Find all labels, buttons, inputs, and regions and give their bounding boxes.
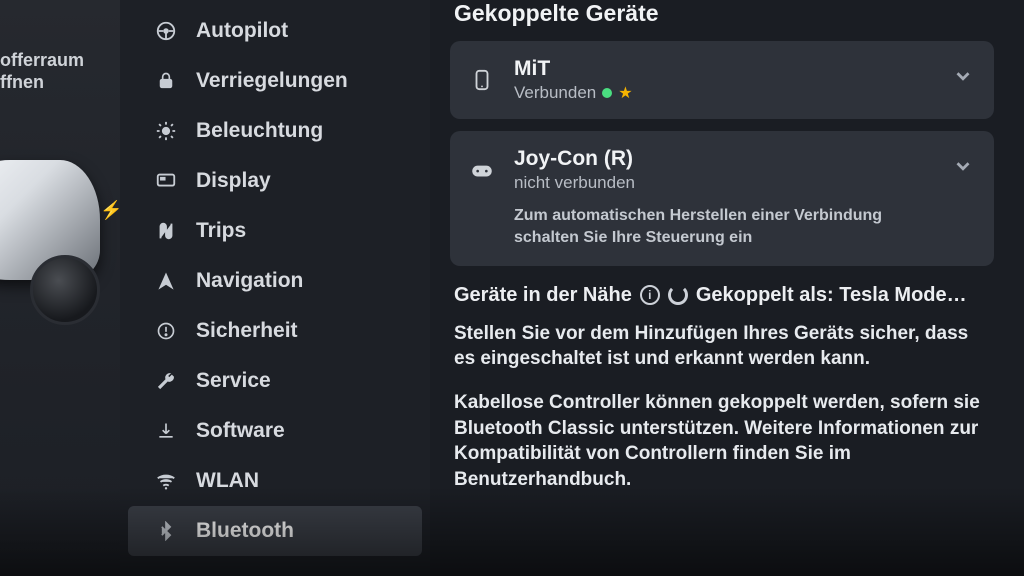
phone-icon bbox=[468, 63, 496, 97]
nearby-devices-header: Geräte in der Nähe i Gekoppelt als: Tesl… bbox=[454, 284, 994, 307]
sidebar-item-label: Autopilot bbox=[196, 19, 288, 43]
sidebar-item-autopilot[interactable]: Autopilot bbox=[128, 6, 422, 56]
sidebar-item-label: Software bbox=[196, 419, 285, 443]
service-icon bbox=[154, 369, 178, 393]
display-icon bbox=[154, 169, 178, 193]
sidebar-item-label: Trips bbox=[196, 219, 246, 243]
settings-sidebar: Autopilot Verriegelungen Beleuchtung Dis… bbox=[120, 0, 430, 576]
sidebar-item-wlan[interactable]: WLAN bbox=[128, 456, 422, 506]
paired-device-card[interactable]: Joy-Con (R) nicht verbunden Zum automati… bbox=[450, 131, 994, 266]
connected-dot-icon bbox=[602, 88, 612, 98]
sidebar-item-bluetooth[interactable]: Bluetooth bbox=[128, 506, 422, 556]
car-silhouette bbox=[0, 160, 110, 340]
car-preview-panel: offerraum ffnen ⚡ bbox=[0, 0, 120, 576]
sidebar-item-service[interactable]: Service bbox=[128, 356, 422, 406]
sidebar-item-label: WLAN bbox=[196, 469, 259, 493]
device-hint: Zum automatischen Herstellen einer Verbi… bbox=[514, 205, 934, 250]
sidebar-item-trips[interactable]: Trips bbox=[128, 206, 422, 256]
chevron-down-icon[interactable] bbox=[952, 65, 974, 93]
paired-device-card[interactable]: MiT Verbunden ★ bbox=[450, 41, 994, 119]
bluetooth-icon bbox=[154, 519, 178, 543]
safety-icon bbox=[154, 319, 178, 343]
sidebar-item-navigation[interactable]: Navigation bbox=[128, 256, 422, 306]
device-status: Verbunden bbox=[514, 83, 596, 103]
sidebar-item-display[interactable]: Display bbox=[128, 156, 422, 206]
light-icon bbox=[154, 119, 178, 143]
nearby-help-text-2: Kabellose Controller können gekoppelt we… bbox=[454, 390, 994, 493]
navigation-icon bbox=[154, 269, 178, 293]
device-status: nicht verbunden bbox=[514, 173, 635, 193]
nearby-help-text-1: Stellen Sie vor dem Hinzufügen Ihres Ger… bbox=[454, 321, 994, 372]
wifi-icon bbox=[154, 469, 178, 493]
sidebar-item-locks[interactable]: Verriegelungen bbox=[128, 56, 422, 106]
sidebar-item-label: Verriegelungen bbox=[196, 69, 348, 93]
trips-icon bbox=[154, 219, 178, 243]
software-icon bbox=[154, 419, 178, 443]
chevron-down-icon[interactable] bbox=[952, 155, 974, 183]
charging-bolt-icon: ⚡ bbox=[100, 200, 120, 221]
sidebar-item-label: Display bbox=[196, 169, 271, 193]
favorite-star-icon: ★ bbox=[618, 83, 632, 103]
sidebar-item-label: Navigation bbox=[196, 269, 303, 293]
steering-wheel-icon bbox=[154, 19, 178, 43]
device-name: MiT bbox=[514, 57, 934, 81]
sidebar-item-label: Bluetooth bbox=[196, 519, 294, 543]
sidebar-item-lights[interactable]: Beleuchtung bbox=[128, 106, 422, 156]
gamepad-icon bbox=[468, 153, 496, 187]
nearby-devices-label: Geräte in der Nähe bbox=[454, 284, 632, 307]
sidebar-item-label: Beleuchtung bbox=[196, 119, 323, 143]
open-trunk-label[interactable]: offerraum ffnen bbox=[0, 50, 120, 93]
sidebar-item-label: Service bbox=[196, 369, 271, 393]
device-name: Joy-Con (R) bbox=[514, 147, 934, 171]
bluetooth-settings-main: Gekoppelte Geräte MiT Verbunden ★ Joy-Co… bbox=[430, 0, 1024, 576]
info-icon[interactable]: i bbox=[640, 285, 660, 305]
lock-icon bbox=[154, 69, 178, 93]
sidebar-item-label: Sicherheit bbox=[196, 319, 298, 343]
scanning-spinner-icon bbox=[668, 285, 688, 305]
paired-as-label: Gekoppelt als: Tesla Mode… bbox=[696, 284, 967, 307]
sidebar-item-software[interactable]: Software bbox=[128, 406, 422, 456]
paired-devices-title: Gekoppelte Geräte bbox=[454, 0, 994, 27]
sidebar-item-safety[interactable]: Sicherheit bbox=[128, 306, 422, 356]
